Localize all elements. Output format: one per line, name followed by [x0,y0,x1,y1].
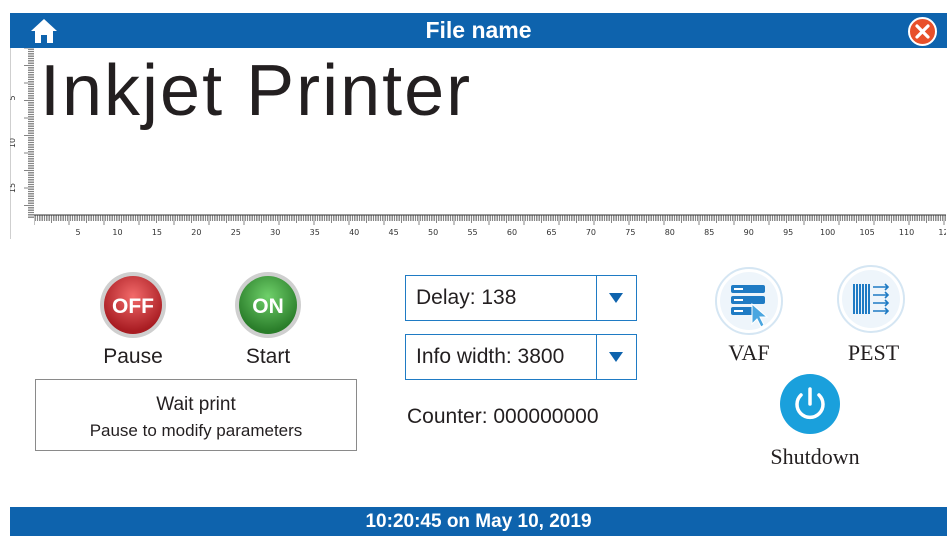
info-width-select[interactable]: Info width: 3800 [405,334,637,380]
ruler-tick-label: 15 [10,183,17,193]
pause-label: Pause [103,345,163,368]
ruler-tick-label: 55 [467,228,477,237]
datetime-display: 10:20:45 on May 10, 2019 [365,511,592,532]
pest-label: PEST [847,340,900,365]
pest-button[interactable] [836,264,906,334]
ruler-tick-label: 105 [859,228,874,237]
horizontal-ruler: 5 10 15 20 25 30 35 40 45 50 55 60 65 70 75 80 85 90 95 100… [34,214,946,237]
ruler-tick-label: 70 [586,228,596,237]
status-line-2: Pause to modify parameters [89,421,303,440]
ruler-tick-label: 15 [152,228,162,237]
start-button[interactable]: ON [233,270,303,340]
ruler-tick-label: 110 [899,228,914,237]
ruler-tick-label: 65 [546,228,556,237]
start-icon-text: ON [252,295,284,318]
ruler-tick-label: 50 [428,228,438,237]
ruler-tick-label: 60 [507,228,517,237]
ruler-tick-label: 5 [75,228,80,237]
pause-icon-text: OFF [112,295,154,318]
info-width-dropdown-toggle[interactable] [596,335,636,379]
ruler-tick-label: 35 [310,228,320,237]
ruler-tick-label: 5 [10,95,17,100]
off-icon: OFF [100,272,166,338]
print-content-text[interactable]: Inkjet Printer [40,50,472,132]
chevron-down-icon [609,352,623,362]
close-icon [908,17,937,46]
ruler-tick-label: 75 [625,228,635,237]
pest-icon [837,265,905,333]
status-bar: 10:20:45 on May 10, 2019 [10,507,947,536]
ruler-tick-label: 30 [270,228,280,237]
status-line-1: Wait print [156,394,236,415]
vaf-icon [715,267,783,335]
ruler-tick-label: 10 [112,228,122,237]
shutdown-label: Shutdown [770,444,860,469]
vertical-ruler: 5 10 15 [10,48,34,218]
start-label: Start [245,345,291,368]
ruler-tick-label: 25 [231,228,241,237]
ruler-tick-label: 20 [191,228,201,237]
window-title: File name [425,17,532,43]
title-bar: File name [10,13,947,48]
ruler-tick-label: 85 [704,228,714,237]
shutdown-button[interactable] [779,373,841,435]
ruler-tick-label: 10 [10,138,17,148]
close-button[interactable] [908,17,937,46]
ruler-tick-label: 100 [820,228,835,237]
counter-display: Counter: 000000000 [407,405,599,428]
ruler-tick-label: 45 [389,228,399,237]
status-panel: Wait print Pause to modify parameters [35,379,357,451]
ruler-tick-label: 90 [744,228,754,237]
ruler-tick-label: 40 [349,228,359,237]
on-icon: ON [235,272,301,338]
info-width-value: Info width: 3800 [416,345,565,368]
delay-dropdown-toggle[interactable] [596,276,636,320]
ruler-tick-label: 95 [783,228,793,237]
vaf-label: VAF [728,340,770,365]
vaf-button[interactable] [714,266,784,336]
delay-select[interactable]: Delay: 138 [405,275,637,321]
pause-button[interactable]: OFF [98,270,168,340]
chevron-down-icon [609,293,623,303]
delay-value: Delay: 138 [416,286,517,309]
ruler-tick-label: 120 [938,228,946,237]
ruler-tick-label: 80 [665,228,675,237]
power-icon [780,374,840,434]
